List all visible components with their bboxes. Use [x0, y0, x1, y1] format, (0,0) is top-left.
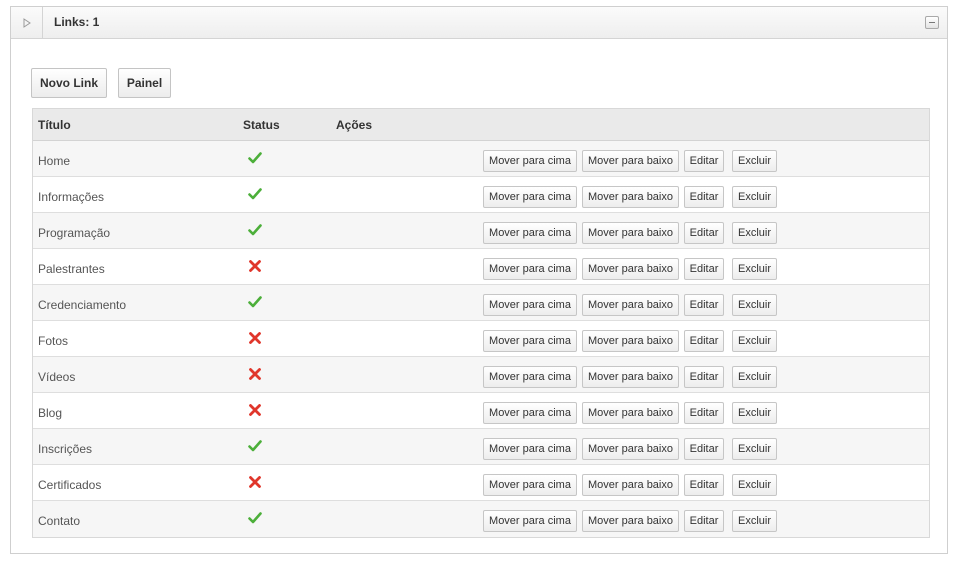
edit-button[interactable]: Editar [684, 330, 724, 352]
move-down-button[interactable]: Mover para baixo [582, 294, 679, 316]
delete-button[interactable]: Excluir [732, 366, 777, 388]
move-down-button[interactable]: Mover para baixo [582, 330, 679, 352]
move-up-button[interactable]: Mover para cima [483, 474, 577, 496]
minimize-icon[interactable] [925, 16, 939, 29]
edit-button[interactable]: Editar [684, 258, 724, 280]
move-down-button[interactable]: Mover para baixo [582, 366, 679, 388]
links-table: Título Status Ações Home Mover para cima M… [32, 108, 930, 538]
table-row: Vídeos Mover para cima Mover para baixo Edi… [33, 357, 929, 393]
table-row: Blog Mover para cima Mover para baixo Edita… [33, 393, 929, 429]
header-status: Status [243, 118, 280, 132]
header-title: Título [38, 118, 71, 132]
table-header: Título Status Ações [33, 109, 929, 141]
table-row: Informações Mover para cima Mover para bai… [33, 177, 929, 213]
edit-button[interactable]: Editar [684, 186, 724, 208]
table-row: Home Mover para cima Mover para baixo Edita… [33, 141, 929, 177]
delete-button[interactable]: Excluir [732, 150, 777, 172]
move-down-button[interactable]: Mover para baixo [582, 150, 679, 172]
move-up-button[interactable]: Mover para cima [483, 438, 577, 460]
checkmark-icon [247, 294, 263, 310]
table-row: Palestrantes Mover para cima Mover para ba… [33, 249, 929, 285]
delete-button[interactable]: Excluir [732, 438, 777, 460]
edit-button[interactable]: Editar [684, 510, 724, 532]
cross-icon [247, 330, 263, 346]
delete-button[interactable]: Excluir [732, 510, 777, 532]
move-down-button[interactable]: Mover para baixo [582, 402, 679, 424]
delete-button[interactable]: Excluir [732, 258, 777, 280]
table-body: Home Mover para cima Mover para baixo Edita… [33, 141, 929, 537]
table-row: Contato Mover para cima Mover para baixo Ed… [33, 501, 929, 537]
row-title: Blog [38, 406, 63, 420]
move-up-button[interactable]: Mover para cima [483, 186, 577, 208]
cross-icon [247, 402, 263, 418]
move-down-button[interactable]: Mover para baixo [582, 474, 679, 496]
move-down-button[interactable]: Mover para baixo [582, 510, 679, 532]
new-link-button[interactable]: Novo Link [31, 68, 107, 98]
row-title: Programação [38, 226, 111, 240]
row-title: Vídeos [38, 370, 76, 384]
edit-button[interactable]: Editar [684, 474, 724, 496]
delete-button[interactable]: Excluir [732, 222, 777, 244]
table-row: Credenciamento Mover para cima Mover para … [33, 285, 929, 321]
panel-title: Links: 1 [54, 15, 100, 29]
move-down-button[interactable]: Mover para baixo [582, 186, 679, 208]
move-up-button[interactable]: Mover para cima [483, 258, 577, 280]
edit-button[interactable]: Editar [684, 438, 724, 460]
panel-button[interactable]: Painel [118, 68, 171, 98]
move-down-button[interactable]: Mover para baixo [582, 258, 679, 280]
row-title: Fotos [38, 334, 69, 348]
move-up-button[interactable]: Mover para cima [483, 402, 577, 424]
row-title: Home [38, 154, 71, 168]
row-title: Inscrições [38, 442, 93, 456]
row-title: Certificados [38, 478, 102, 492]
move-up-button[interactable]: Mover para cima [483, 510, 577, 532]
row-title: Palestrantes [38, 262, 105, 276]
expand-toggle[interactable] [11, 7, 43, 38]
move-up-button[interactable]: Mover para cima [483, 294, 577, 316]
move-up-button[interactable]: Mover para cima [483, 366, 577, 388]
cross-icon [247, 366, 263, 382]
delete-button[interactable]: Excluir [732, 330, 777, 352]
checkmark-icon [247, 186, 263, 202]
checkmark-icon [247, 150, 263, 166]
checkmark-icon [247, 510, 263, 526]
header-actions: Ações [336, 118, 373, 132]
table-row: Certificados Mover para cima Mover para ba… [33, 465, 929, 501]
edit-button[interactable]: Editar [684, 222, 724, 244]
checkmark-icon [247, 438, 263, 454]
triangle-right-icon [23, 17, 31, 28]
row-title: Contato [38, 514, 81, 528]
delete-button[interactable]: Excluir [732, 474, 777, 496]
delete-button[interactable]: Excluir [732, 402, 777, 424]
edit-button[interactable]: Editar [684, 402, 724, 424]
cross-icon [247, 258, 263, 274]
move-down-button[interactable]: Mover para baixo [582, 222, 679, 244]
delete-button[interactable]: Excluir [732, 186, 777, 208]
panel-header: Links: 1 [11, 7, 947, 39]
delete-button[interactable]: Excluir [732, 294, 777, 316]
move-down-button[interactable]: Mover para baixo [582, 438, 679, 460]
table-row: Inscrições Mover para cima Mover para baix… [33, 429, 929, 465]
edit-button[interactable]: Editar [684, 150, 724, 172]
cross-icon [247, 474, 263, 490]
checkmark-icon [247, 222, 263, 238]
row-title: Credenciamento [38, 298, 127, 312]
links-panel: Links: 1 Novo Link Painel Título Status … [10, 6, 948, 554]
table-row: Programação Mover para cima Mover para bai… [33, 213, 929, 249]
table-row: Fotos Mover para cima Mover para baixo Edit… [33, 321, 929, 357]
move-up-button[interactable]: Mover para cima [483, 150, 577, 172]
move-up-button[interactable]: Mover para cima [483, 330, 577, 352]
row-title: Informações [38, 190, 105, 204]
edit-button[interactable]: Editar [684, 366, 724, 388]
move-up-button[interactable]: Mover para cima [483, 222, 577, 244]
edit-button[interactable]: Editar [684, 294, 724, 316]
